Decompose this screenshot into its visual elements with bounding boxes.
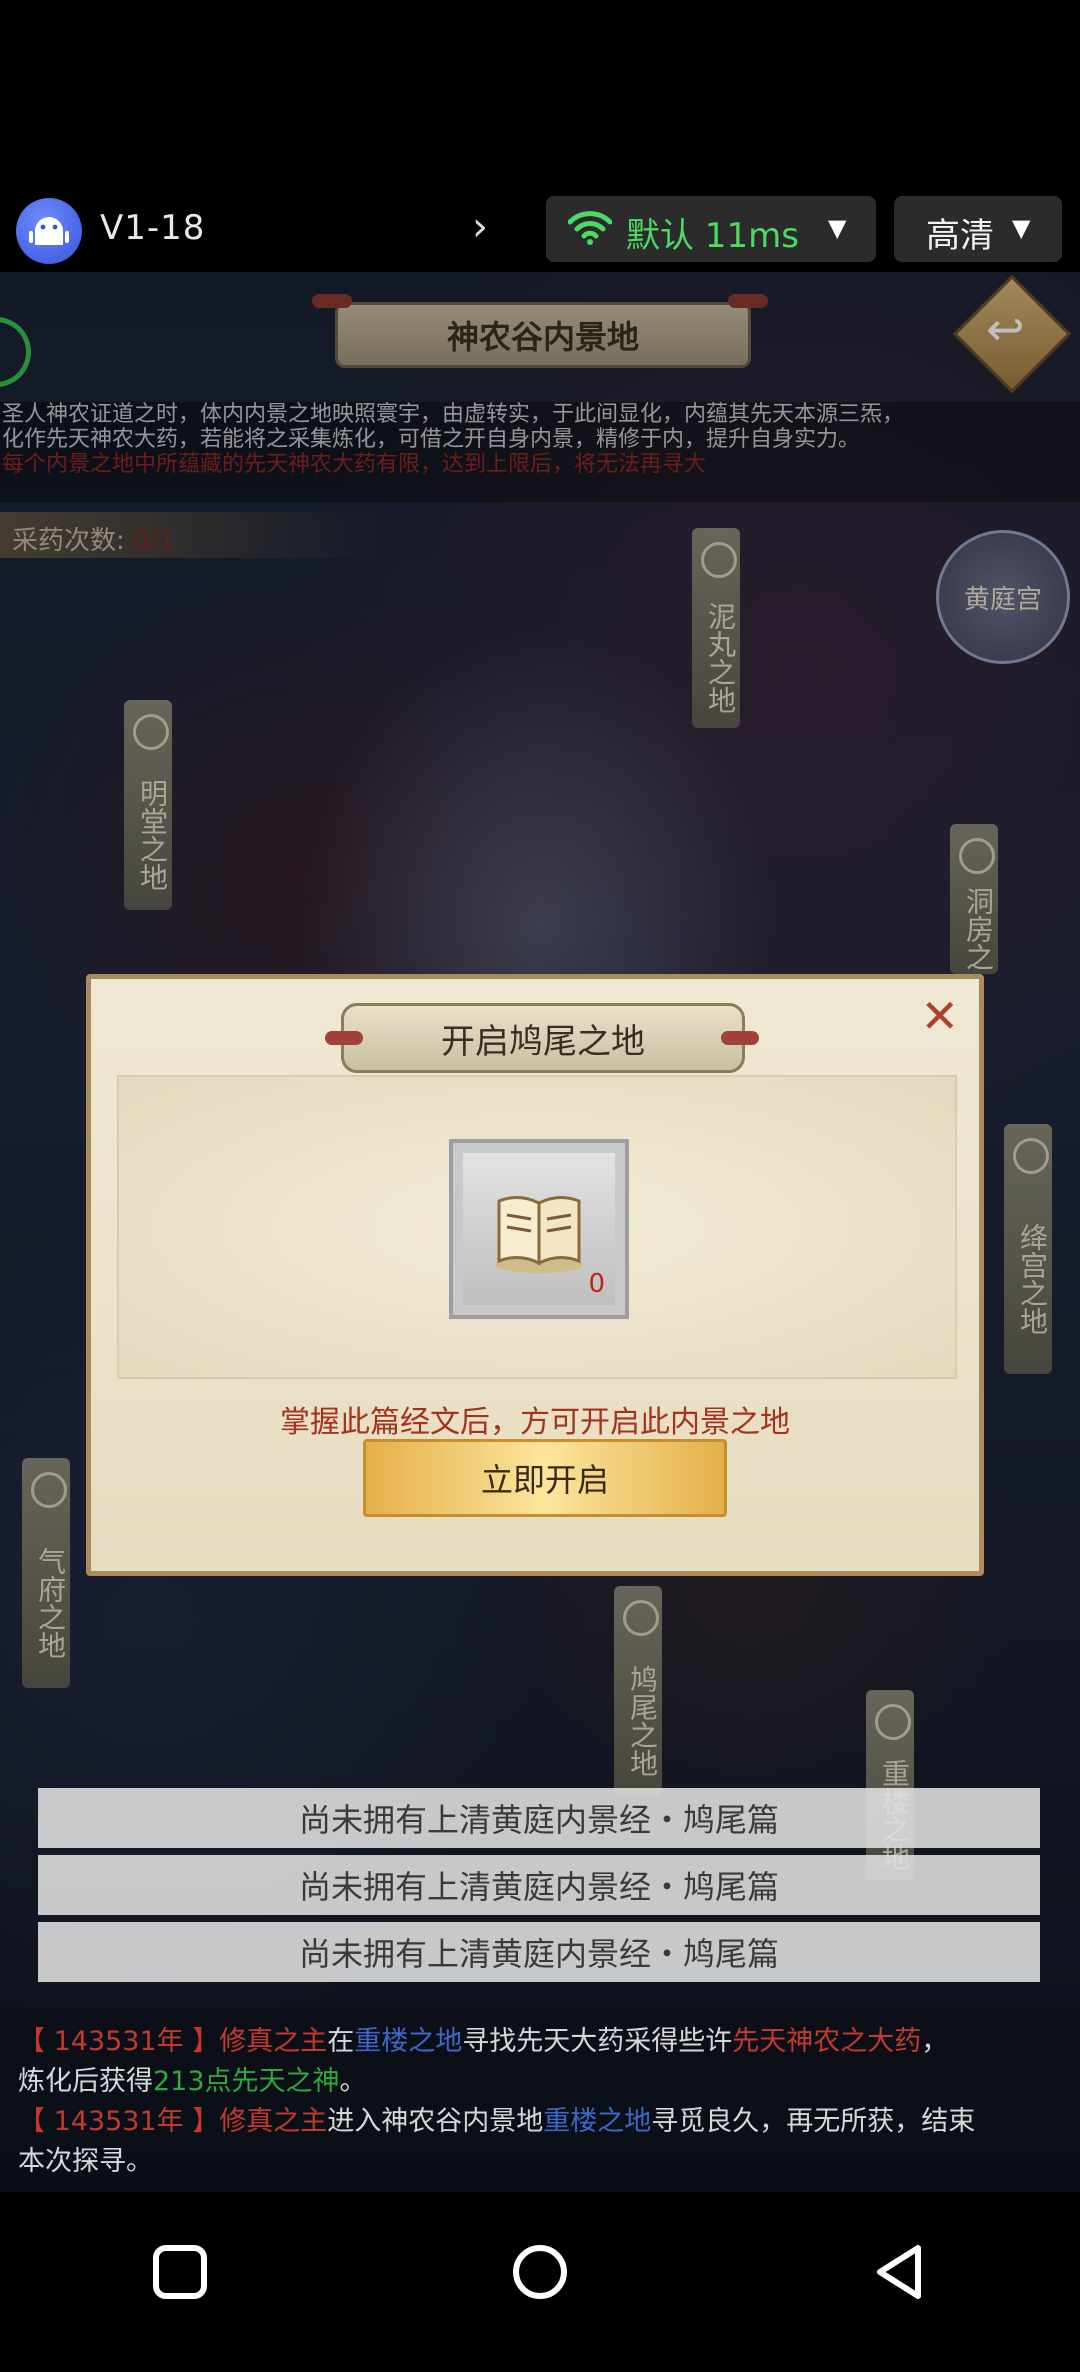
wifi-icon [568, 211, 612, 245]
log-player: 修真之主 [219, 2026, 328, 2057]
log-gain: 213点先天之神 [153, 2066, 340, 2097]
log-text: 寻找先天大药采得些许 [462, 2026, 733, 2057]
log-line: 炼化后获得213点先天之神。 [18, 2062, 1062, 2102]
log-text: ， [921, 2026, 949, 2057]
log-text: 寻觅良久，再无所获，结束 [651, 2106, 976, 2137]
log-text: 进入神农谷内景地 [327, 2106, 544, 2137]
game-scene: 神农谷内景地 ↩ 圣人神农证道之时，体内内景之地映照寰宇，由虚转实，于此间显化，… [0, 272, 1080, 2192]
recent-apps-icon[interactable] [150, 2242, 210, 2302]
open-now-label: 立即开启 [480, 1461, 609, 1499]
remote-control-bar: V1-18 › 默认 11ms ▼ 高清 ▼ [0, 190, 1080, 272]
network-label: 默认 11ms [626, 216, 799, 256]
navigation-bar [0, 2192, 1080, 2372]
back-icon[interactable] [870, 2242, 930, 2302]
caret-down-icon: ▼ [828, 214, 847, 242]
dialog-hint: 掌握此篇经文后，方可开启此内景之地 [280, 1405, 790, 1440]
dialog-title: 开启鸠尾之地 [441, 1021, 645, 1062]
device-name[interactable]: V1-18 [100, 208, 205, 248]
log-year: 【 143531年 】 [18, 2026, 220, 2057]
log-text: 在 [327, 2026, 355, 2057]
network-selector[interactable]: 默认 11ms ▼ [546, 196, 876, 262]
dialog-knob-right [721, 1031, 759, 1045]
home-icon[interactable] [510, 2242, 570, 2302]
caret-down-icon: ▼ [1012, 214, 1031, 242]
log-line: 【 143531年 】修真之主在重楼之地寻找先天大药采得些许先天神农之大药， [18, 2022, 1062, 2062]
log-place: 重楼之地 [354, 2026, 463, 2057]
log-text: 炼化后获得 [18, 2066, 153, 2097]
log-line: 【 143531年 】修真之主进入神农谷内景地重楼之地寻觅良久，再无所获，结束 [18, 2102, 1062, 2142]
status-row: 尚未拥有上清黄庭内景经・鸠尾篇 [38, 1922, 1040, 1982]
dialog-title-banner: 开启鸠尾之地 [341, 1003, 745, 1073]
item-slot[interactable]: 0 [449, 1139, 629, 1319]
log-year: 【 143531年 】 [18, 2106, 220, 2137]
item-slot-bg: 0 [463, 1153, 615, 1305]
open-now-button[interactable]: 立即开启 [363, 1439, 727, 1517]
open-region-dialog: 开启鸠尾之地 ✕ 0 掌握此篇经文后，方可开启此内景之地 立即开启 [86, 974, 984, 1576]
event-log: 【 143531年 】修真之主在重楼之地寻找先天大药采得些许先天神农之大药， 炼… [0, 2008, 1080, 2192]
log-player: 修真之主 [219, 2106, 328, 2137]
status-row: 尚未拥有上清黄庭内景经・鸠尾篇 [38, 1788, 1040, 1848]
log-line: 本次探寻。 [18, 2142, 1062, 2182]
android-icon[interactable] [16, 198, 82, 264]
book-icon [495, 1196, 583, 1273]
item-count: 0 [588, 1269, 605, 1299]
log-text: 本次探寻。 [18, 2146, 153, 2177]
chevron-right-icon[interactable]: › [472, 204, 488, 250]
log-place: 重楼之地 [543, 2106, 652, 2137]
log-text: 。 [339, 2066, 367, 2097]
quality-label: 高清 [926, 216, 994, 256]
status-row: 尚未拥有上清黄庭内景经・鸠尾篇 [38, 1855, 1040, 1915]
dialog-knob-left [325, 1031, 363, 1045]
close-button[interactable]: ✕ [920, 993, 959, 1039]
log-item: 先天神农之大药 [732, 2026, 922, 2057]
quality-selector[interactable]: 高清 ▼ [894, 196, 1062, 262]
